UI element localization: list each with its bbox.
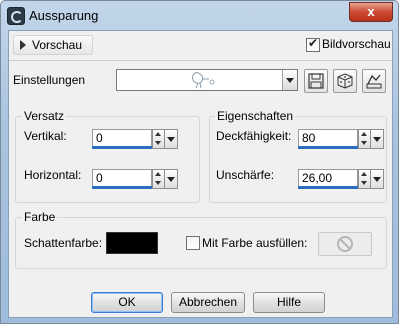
dialog-window: Aussparung x Vorschau Bildvorschau Einst… bbox=[0, 0, 399, 324]
randomize-button[interactable] bbox=[333, 69, 357, 93]
title-bar[interactable]: Aussparung x bbox=[1, 1, 398, 30]
opacity-input[interactable]: 80 bbox=[298, 129, 358, 147]
toolbar-separator bbox=[9, 60, 392, 61]
expand-triangle-icon bbox=[20, 40, 26, 50]
color-group-title: Farbe bbox=[22, 210, 58, 224]
blur-slider-bar[interactable] bbox=[298, 186, 358, 189]
horizontal-value: 0 bbox=[96, 171, 103, 185]
cancel-button[interactable]: Abbrechen bbox=[171, 292, 245, 313]
opacity-dropdown-arrow[interactable] bbox=[370, 129, 384, 149]
image-preview-checkbox[interactable] bbox=[306, 36, 320, 52]
properties-group-title: Eigenschaften bbox=[215, 109, 296, 123]
prohibited-icon bbox=[337, 236, 353, 252]
opacity-slider-bar[interactable] bbox=[298, 146, 358, 149]
vertical-dropdown-arrow[interactable] bbox=[164, 129, 178, 149]
presets-label: Einstellungen bbox=[13, 73, 86, 87]
opacity-spinner[interactable]: 80 bbox=[298, 129, 384, 149]
preview-toggle[interactable]: Vorschau bbox=[13, 35, 93, 55]
help-button[interactable]: Hilfe bbox=[253, 292, 325, 313]
vertical-value: 0 bbox=[96, 131, 103, 145]
app-icon bbox=[7, 7, 25, 25]
reset-icon bbox=[366, 74, 382, 89]
vertical-label: Vertikal: bbox=[24, 129, 67, 143]
vertical-input[interactable]: 0 bbox=[92, 129, 152, 147]
close-button[interactable]: x bbox=[349, 2, 393, 22]
blur-dropdown-arrow[interactable] bbox=[370, 169, 384, 189]
horizontal-slider-bar[interactable] bbox=[92, 186, 152, 189]
vertical-spinner[interactable]: 0 bbox=[92, 129, 178, 149]
dialog-client-area: Vorschau Bildvorschau Einstellungen bbox=[8, 30, 393, 318]
fill-with-color-checkbox[interactable] bbox=[186, 236, 200, 250]
blur-value: 26,00 bbox=[302, 171, 333, 185]
horizontal-dropdown-arrow[interactable] bbox=[164, 169, 178, 189]
save-icon bbox=[308, 73, 324, 89]
opacity-label: Deckfähigkeit: bbox=[216, 129, 292, 143]
save-preset-button[interactable] bbox=[304, 69, 328, 93]
preview-label: Vorschau bbox=[32, 38, 83, 52]
fill-color-button bbox=[318, 232, 372, 256]
dice-icon bbox=[337, 73, 353, 89]
preset-dropdown[interactable] bbox=[116, 69, 298, 91]
watermark-logo-icon bbox=[192, 72, 215, 89]
horizontal-spinner[interactable]: 0 bbox=[92, 169, 178, 189]
ok-button[interactable]: OK bbox=[91, 292, 163, 313]
reset-button[interactable] bbox=[362, 69, 386, 93]
offset-group-title: Versatz bbox=[22, 109, 67, 123]
opacity-value: 80 bbox=[302, 131, 316, 145]
fill-with-color-label: Mit Farbe ausfüllen: bbox=[202, 236, 308, 250]
blur-input[interactable]: 26,00 bbox=[298, 169, 358, 187]
window-title: Aussparung bbox=[29, 8, 99, 23]
vertical-slider-bar[interactable] bbox=[92, 146, 152, 149]
preset-dropdown-arrow[interactable] bbox=[282, 70, 297, 90]
blur-spinner[interactable]: 26,00 bbox=[298, 169, 384, 189]
shadow-color-swatch[interactable] bbox=[106, 232, 158, 254]
horizontal-label: Horizontal: bbox=[24, 168, 82, 182]
horizontal-input[interactable]: 0 bbox=[92, 169, 152, 187]
image-preview-label: Bildvorschau bbox=[322, 37, 391, 51]
blur-label: Unschärfe: bbox=[216, 168, 275, 182]
shadow-color-label: Schattenfarbe: bbox=[24, 236, 103, 250]
